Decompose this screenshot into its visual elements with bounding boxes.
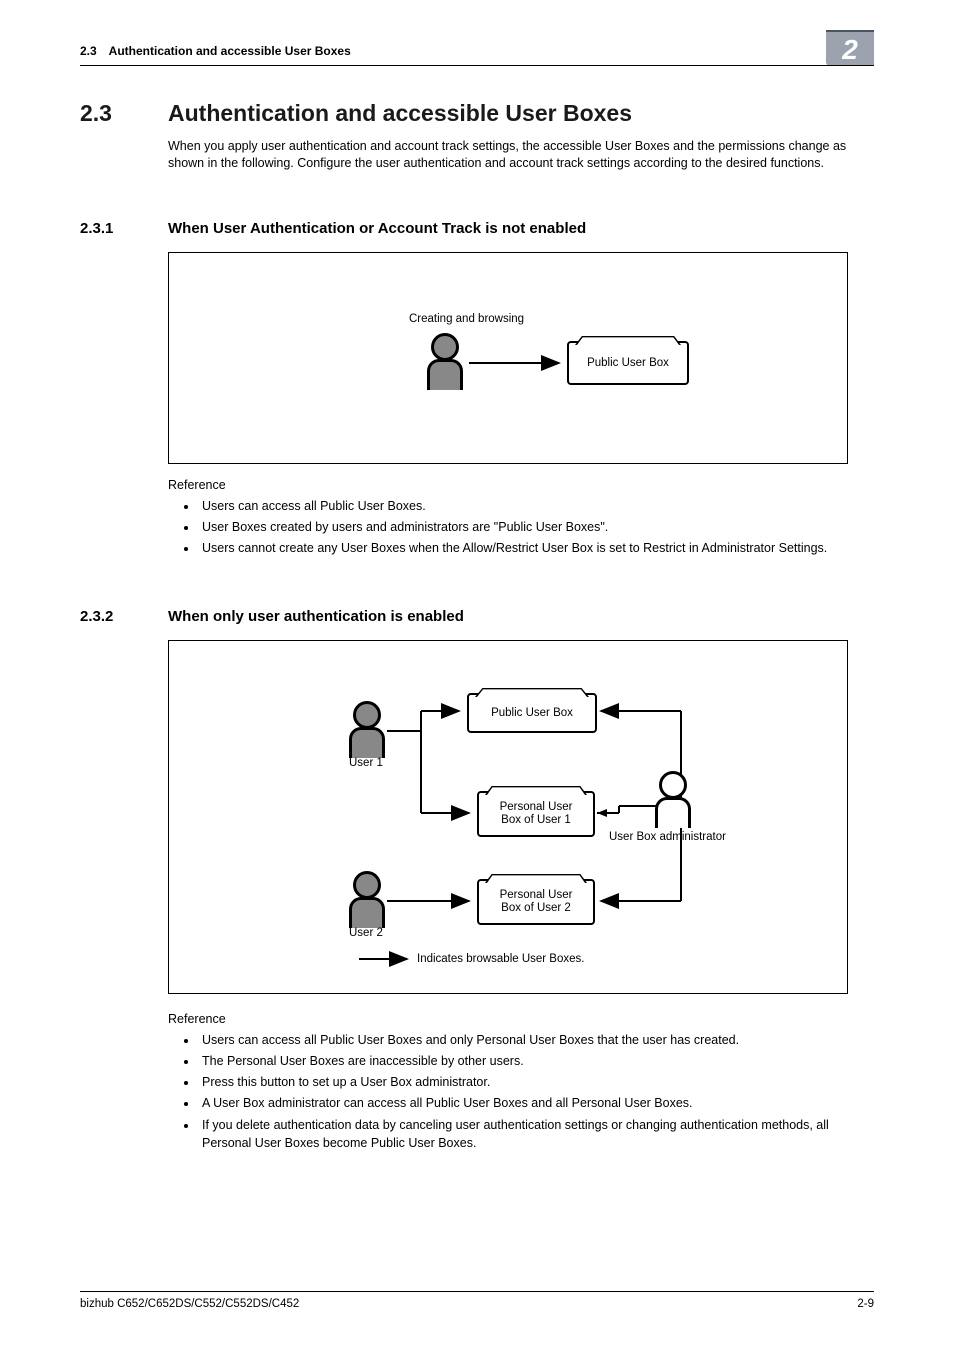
reference-2-item: A User Box administrator can access all … [198, 1094, 874, 1112]
reference-1-label: Reference [168, 478, 226, 492]
footer-rule [80, 1291, 874, 1292]
header-rule [80, 65, 874, 66]
diagram-2: User 1 User 2 Public User Box Personal U… [168, 640, 848, 994]
section-number: 2.3 [80, 100, 112, 127]
public-box: Public User Box [467, 693, 597, 733]
personal-box-1-line2: Box of User 1 [501, 814, 571, 827]
section-title: Authentication and accessible User Boxes [168, 100, 632, 127]
reference-2-list: Users can access all Public User Boxes a… [168, 1031, 874, 1155]
subsection-2-title: When only user authentication is enabled [168, 608, 464, 625]
header-breadcrumb: 2.3 Authentication and accessible User B… [80, 44, 351, 58]
reference-2-item: If you delete authentication data by can… [198, 1116, 874, 1152]
reference-1-item: Users can access all Public User Boxes. [198, 497, 874, 515]
reference-2-item: Press this button to set up a User Box a… [198, 1073, 874, 1091]
reference-1-item: Users cannot create any User Boxes when … [198, 539, 874, 557]
header-badge: 2 [826, 30, 874, 66]
footer-model: bizhub C652/C652DS/C552/C552DS/C452 [80, 1298, 299, 1310]
user-2-icon [349, 871, 385, 928]
subsection-1-number: 2.3.1 [80, 220, 113, 237]
public-user-box-label: Public User Box [587, 357, 669, 369]
footer-page-number: 2-9 [857, 1298, 874, 1310]
subsection-1-title: When User Authentication or Account Trac… [168, 220, 586, 237]
reference-1-list: Users can access all Public User Boxes. … [168, 497, 874, 560]
reference-1-item: User Boxes created by users and administ… [198, 518, 874, 536]
public-box-label: Public User Box [491, 707, 573, 719]
admin-icon [655, 771, 691, 828]
reference-2-item: Users can access all Public User Boxes a… [198, 1031, 874, 1049]
personal-box-2: Personal User Box of User 2 [477, 879, 595, 925]
admin-label: User Box administrator [609, 831, 726, 843]
user-1-icon [349, 701, 385, 758]
personal-box-1-line1: Personal User [500, 801, 573, 814]
reference-2-item: The Personal User Boxes are inaccessible… [198, 1052, 874, 1070]
personal-box-2-line1: Personal User [500, 889, 573, 902]
reference-2-label: Reference [168, 1012, 226, 1026]
subsection-2-number: 2.3.2 [80, 608, 113, 625]
user-1-label: User 1 [349, 757, 383, 769]
personal-box-2-line2: Box of User 2 [501, 902, 571, 915]
diagram-1-arrow [169, 253, 849, 463]
user-2-label: User 2 [349, 927, 383, 939]
personal-box-1: Personal User Box of User 1 [477, 791, 595, 837]
page: 2.3 Authentication and accessible User B… [0, 0, 954, 1350]
public-user-box: Public User Box [567, 341, 689, 385]
section-intro: When you apply user authentication and a… [168, 138, 874, 172]
legend-label: Indicates browsable User Boxes. [417, 953, 584, 965]
diagram-1: Creating and browsing Public User Box [168, 252, 848, 464]
